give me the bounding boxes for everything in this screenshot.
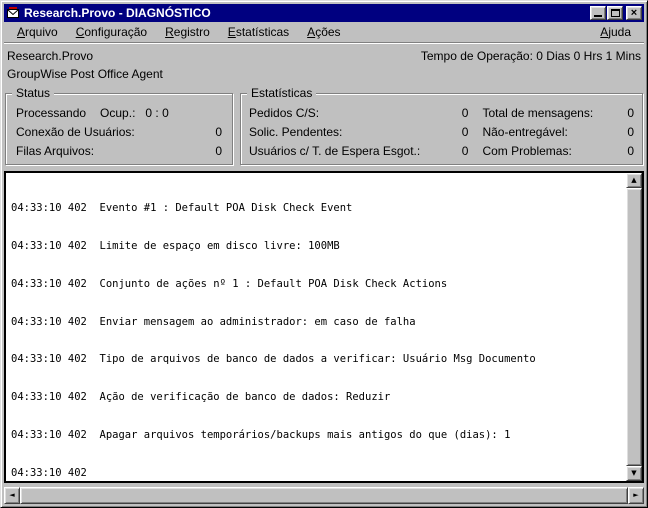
log-line: 04:33:10 402	[11, 466, 87, 479]
file-queues-label: Filas Arquivos:	[16, 143, 95, 158]
log-lines: 04:33:10 402 Evento #1 : Default POA Dis…	[11, 177, 622, 479]
statistics-groupbox-title: Estatísticas	[247, 86, 317, 100]
processing-label: Processando	[16, 105, 87, 120]
stat-row-undeliverable: Não-entregável: 0	[482, 123, 634, 140]
window-title: Research.Provo - DIAGNÓSTICO	[24, 6, 211, 20]
uptime-label: Tempo de Operação:	[420, 49, 533, 63]
uptime-value: 0 Dias 0 Hrs 1 Mins	[536, 49, 641, 63]
busy-value: 0 : 0	[145, 105, 169, 120]
log-line: 04:33:10 402 Conjunto de ações nº 1 : De…	[11, 277, 448, 290]
stat-row-pending-requests: Solic. Pendentes: 0	[249, 123, 468, 140]
log-console: 04:33:10 402 Evento #1 : Default POA Dis…	[4, 171, 644, 483]
cs-requests-label: Pedidos C/S:	[249, 105, 320, 120]
panels: Status Processando Ocup.: 0 : 0 Conexão …	[5, 86, 643, 165]
menu-bar: Arquivo Configuração Registro Estatístic…	[4, 22, 644, 43]
total-messages-value: 0	[627, 105, 634, 120]
status-groupbox-title: Status	[12, 86, 55, 100]
busy-label: Ocup.:	[100, 105, 136, 120]
timed-out-users-label: Usuários c/ T. de Espera Esgot.:	[249, 143, 421, 158]
info-header: Research.Provo Tempo de Operação: 0 Dias…	[3, 43, 645, 85]
vertical-scrollbar[interactable]: ▲ ▼	[626, 173, 642, 481]
pending-requests-label: Solic. Pendentes:	[249, 124, 343, 139]
horizontal-scrollbar-thumb[interactable]	[20, 487, 628, 504]
user-connections-value: 0	[215, 124, 222, 139]
menu-item-registro[interactable]: Registro	[156, 22, 219, 42]
total-messages-label: Total de mensagens:	[482, 105, 594, 120]
user-connections-label: Conexão de Usuários:	[16, 124, 135, 139]
scroll-left-button[interactable]: ◄	[4, 487, 20, 504]
scroll-left-icon: ◄	[9, 491, 15, 499]
menu-item-ajuda[interactable]: Ajuda	[591, 22, 640, 42]
stat-row-timed-out-users: Usuários c/ T. de Espera Esgot.: 0	[249, 142, 468, 159]
agent-name: GroupWise Post Office Agent	[7, 67, 163, 81]
scroll-up-icon: ▲	[631, 176, 637, 184]
minimize-icon	[594, 15, 602, 17]
scroll-up-button[interactable]: ▲	[626, 173, 642, 188]
stat-row-cs-requests: Pedidos C/S: 0	[249, 104, 468, 121]
maximize-button[interactable]	[607, 6, 623, 20]
title-bar[interactable]: Research.Provo - DIAGNÓSTICO ×	[4, 4, 644, 22]
log-line: 04:33:10 402 Tipo de arquivos de banco d…	[11, 353, 536, 366]
problems-value: 0	[627, 143, 634, 158]
log-line: 04:33:10 402 Enviar mensagem ao administ…	[11, 315, 416, 328]
server-name: Research.Provo	[7, 49, 94, 63]
stat-row-total-messages: Total de mensagens: 0	[482, 104, 634, 121]
vertical-scrollbar-thumb[interactable]	[626, 188, 642, 466]
horizontal-scrollbar[interactable]: ◄ ►	[4, 487, 644, 504]
undeliverable-label: Não-entregável:	[482, 124, 568, 139]
file-queues-value: 0	[215, 143, 222, 158]
menu-item-arquivo[interactable]: Arquivo	[8, 22, 67, 42]
statistics-left-column: Pedidos C/S: 0 Solic. Pendentes: 0 Usuár…	[249, 104, 468, 159]
log-line: 04:33:10 402 Evento #1 : Default POA Dis…	[11, 202, 353, 215]
menu-item-acoes[interactable]: Ações	[298, 22, 349, 42]
status-row-file-queues: Filas Arquivos: 0	[14, 142, 224, 159]
undeliverable-value: 0	[627, 124, 634, 139]
log-line: 04:33:10 402 Ação de verificação de banc…	[11, 391, 391, 404]
problems-label: Com Problemas:	[482, 143, 572, 158]
timed-out-users-value: 0	[461, 143, 469, 158]
scroll-down-icon: ▼	[631, 469, 637, 477]
uptime: Tempo de Operação: 0 Dias 0 Hrs 1 Mins	[421, 49, 641, 65]
close-icon: ×	[630, 7, 638, 19]
status-row-user-connections: Conexão de Usuários: 0	[14, 123, 224, 140]
log-line: 04:33:10 402 Limite de espaço em disco l…	[11, 239, 340, 252]
menu-item-configuracao[interactable]: Configuração	[67, 22, 156, 42]
statistics-right-column: Total de mensagens: 0 Não-entregável: 0 …	[482, 104, 634, 159]
scroll-right-button[interactable]: ►	[628, 487, 644, 504]
minimize-button[interactable]	[590, 6, 606, 20]
menu-item-estatisticas[interactable]: Estatísticas	[219, 22, 298, 42]
maximize-icon	[610, 9, 620, 17]
cs-requests-value: 0	[461, 105, 469, 120]
pending-requests-value: 0	[461, 124, 469, 139]
app-icon[interactable]	[6, 6, 20, 20]
scroll-down-button[interactable]: ▼	[626, 466, 642, 481]
stat-row-problems: Com Problemas: 0	[482, 142, 634, 159]
close-button[interactable]: ×	[626, 6, 642, 20]
status-groupbox: Status Processando Ocup.: 0 : 0 Conexão …	[5, 86, 233, 165]
scroll-right-icon: ►	[633, 491, 639, 499]
statistics-groupbox: Estatísticas Pedidos C/S: 0 Solic. Pende…	[240, 86, 643, 165]
log-line: 04:33:10 402 Apagar arquivos temporários…	[11, 428, 511, 441]
status-row-processing: Processando Ocup.: 0 : 0	[14, 104, 224, 121]
app-window: Research.Provo - DIAGNÓSTICO × Arquivo C…	[0, 0, 648, 508]
